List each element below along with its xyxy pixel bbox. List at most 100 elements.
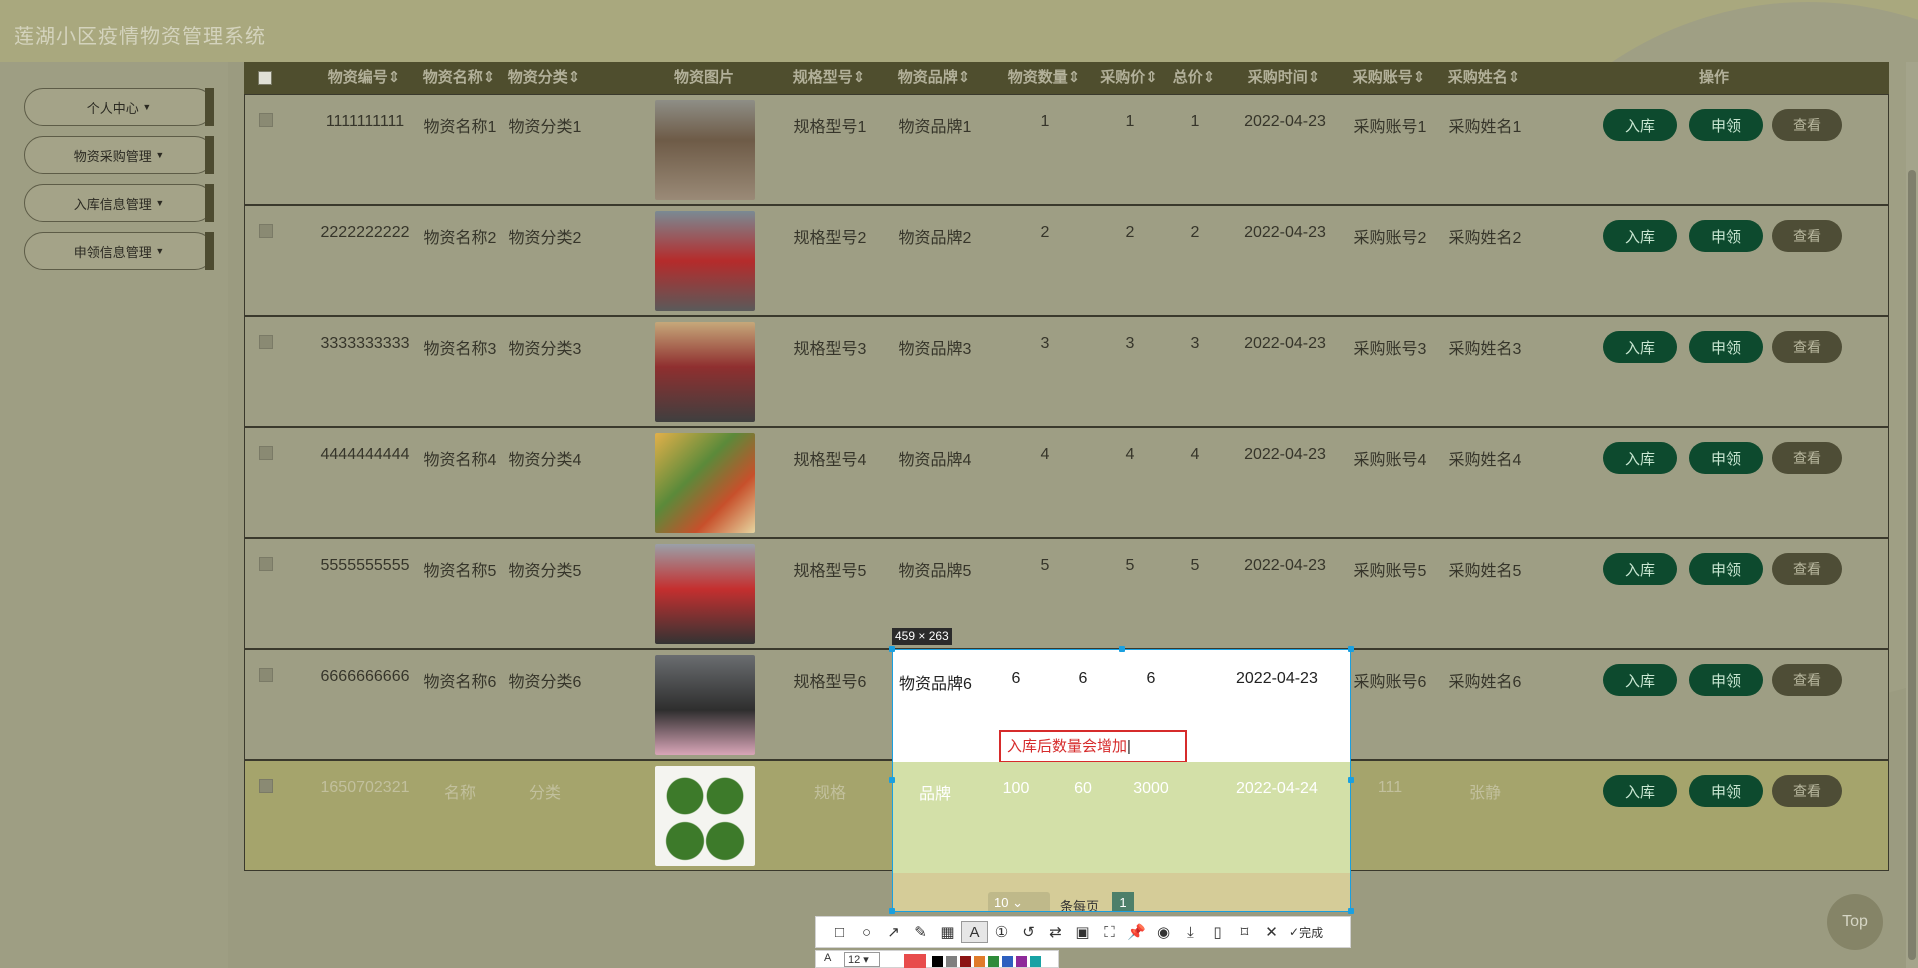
color-swatch[interactable]	[932, 956, 943, 967]
row-checkbox[interactable]	[259, 113, 273, 127]
phone-icon[interactable]: ▯	[1204, 921, 1231, 943]
translate-icon[interactable]: ⇄	[1042, 921, 1069, 943]
resize-handle[interactable]	[1348, 777, 1354, 783]
arrow-icon[interactable]: ↗	[880, 921, 907, 943]
header-price[interactable]: 采购价⇕	[1094, 62, 1164, 94]
row-checkbox[interactable]	[259, 668, 273, 682]
view-button[interactable]: 查看	[1772, 220, 1842, 252]
color-swatch[interactable]	[946, 956, 957, 967]
stock-in-button[interactable]: 入库	[1603, 664, 1677, 696]
header-total[interactable]: 总价⇕	[1164, 62, 1224, 94]
download-icon[interactable]: ⤓	[1177, 921, 1204, 943]
header-code[interactable]: 物资编号⇕	[314, 62, 414, 94]
view-button[interactable]: 查看	[1772, 109, 1842, 141]
header-brand[interactable]: 物资品牌⇕	[889, 62, 979, 94]
header-category[interactable]: 物资分类⇕	[504, 62, 584, 94]
view-button[interactable]: 查看	[1772, 331, 1842, 363]
rectangle-icon[interactable]: □	[826, 921, 853, 943]
material-image[interactable]	[655, 433, 755, 533]
color-swatch[interactable]	[904, 954, 926, 968]
sidebar-item-procurement[interactable]: 物资采购管理 ▼	[24, 136, 214, 174]
sidebar-item-stock-in[interactable]: 入库信息管理 ▼	[24, 184, 214, 222]
stock-in-button[interactable]: 入库	[1603, 220, 1677, 252]
sidebar: 个人中心 ▼ 物资采购管理 ▼ 入库信息管理 ▼ 申领信息管理 ▼	[0, 62, 228, 968]
view-button[interactable]: 查看	[1772, 664, 1842, 696]
material-image[interactable]	[655, 322, 755, 422]
header-buyer[interactable]: 采购姓名⇕	[1439, 62, 1529, 94]
text-icon[interactable]: A	[961, 921, 988, 943]
header-date[interactable]: 采购时间⇕	[1229, 62, 1339, 94]
stock-in-button[interactable]: 入库	[1603, 442, 1677, 474]
stock-in-button[interactable]: 入库	[1603, 109, 1677, 141]
view-button[interactable]: 查看	[1772, 442, 1842, 474]
pin-icon[interactable]: 📌	[1123, 921, 1150, 943]
menu-accent-bar	[205, 136, 214, 174]
color-swatch[interactable]	[974, 956, 985, 967]
view-button[interactable]: 查看	[1772, 553, 1842, 585]
mosaic-icon[interactable]: ▦	[934, 921, 961, 943]
back-to-top-button[interactable]: Top	[1827, 894, 1883, 950]
apply-button[interactable]: 申领	[1689, 220, 1763, 252]
stock-in-button[interactable]: 入库	[1603, 553, 1677, 585]
stock-in-button[interactable]: 入库	[1603, 775, 1677, 807]
sidebar-item-personal-center[interactable]: 个人中心 ▼	[24, 88, 214, 126]
row-checkbox[interactable]	[259, 446, 273, 460]
close-icon[interactable]: ✕	[1258, 921, 1285, 943]
annotation-textbox[interactable]: 入库后数量会增加|	[999, 730, 1187, 763]
color-swatch[interactable]	[988, 956, 999, 967]
sidebar-item-application[interactable]: 申领信息管理 ▼	[24, 232, 214, 270]
header-qty[interactable]: 物资数量⇕	[999, 62, 1089, 94]
color-swatch[interactable]	[1002, 956, 1013, 967]
view-button[interactable]: 查看	[1772, 775, 1842, 807]
current-page[interactable]: 1	[1112, 892, 1134, 911]
material-image[interactable]	[655, 211, 755, 311]
cell-account: 采购账号6	[1353, 674, 1427, 691]
material-image[interactable]	[655, 655, 755, 755]
circle-icon[interactable]: ○	[853, 921, 880, 943]
bookmark-icon[interactable]: ⌑	[1231, 921, 1258, 943]
resize-handle[interactable]	[889, 908, 895, 914]
font-size-select[interactable]: 12 ▾	[844, 952, 880, 967]
resize-handle[interactable]	[889, 646, 895, 652]
pencil-icon[interactable]: ✎	[907, 921, 934, 943]
undo-icon[interactable]: ↺	[1015, 921, 1042, 943]
resize-handle[interactable]	[1348, 646, 1354, 652]
material-image[interactable]	[655, 100, 755, 200]
header-spec[interactable]: 规格型号⇕	[784, 62, 874, 94]
row-checkbox[interactable]	[259, 779, 273, 793]
color-swatch[interactable]	[960, 956, 971, 967]
color-swatch[interactable]	[1030, 956, 1041, 967]
color-swatch[interactable]	[1016, 956, 1027, 967]
resize-handle[interactable]	[1348, 908, 1354, 914]
row-checkbox[interactable]	[259, 224, 273, 238]
ocr-icon[interactable]: ▣	[1069, 921, 1096, 943]
table-row[interactable]: 3333333333 物资名称3 物资分类3 规格型号3 物资品牌3 3 3 3 2022-04…	[244, 316, 1889, 427]
table-row[interactable]: 5555555555 物资名称5 物资分类5 规格型号5 物资品牌5 5 5 5 2022-04…	[244, 538, 1889, 649]
number-icon[interactable]: ①	[988, 921, 1015, 943]
record-icon[interactable]: ◉	[1150, 921, 1177, 943]
table-row[interactable]: 1111111111 物资名称1 物资分类1 规格型号1 物资品牌1 1 1 1 2022-04…	[244, 94, 1889, 205]
table-row[interactable]: 4444444444 物资名称4 物资分类4 规格型号4 物资品牌4 4 4 4 2022-04…	[244, 427, 1889, 538]
screenshot-selection[interactable]: 物资品牌6 6 6 6 2022-04-23 入库后数量会增加| 品牌 100 …	[892, 649, 1351, 912]
scrollbar-thumb[interactable]	[1908, 170, 1916, 960]
row-checkbox[interactable]	[259, 335, 273, 349]
select-all-checkbox[interactable]	[258, 71, 272, 85]
resize-handle[interactable]	[1119, 646, 1125, 652]
apply-button[interactable]: 申领	[1689, 664, 1763, 696]
apply-button[interactable]: 申领	[1689, 553, 1763, 585]
header-name[interactable]: 物资名称⇕	[419, 62, 499, 94]
apply-button[interactable]: 申领	[1689, 331, 1763, 363]
page-size-select[interactable]: 10 ⌄	[988, 892, 1050, 911]
apply-button[interactable]: 申领	[1689, 109, 1763, 141]
material-image[interactable]	[655, 766, 755, 866]
material-image[interactable]	[655, 544, 755, 644]
row-checkbox[interactable]	[259, 557, 273, 571]
table-row[interactable]: 2222222222 物资名称2 物资分类2 规格型号2 物资品牌2 2 2 2 2022-04…	[244, 205, 1889, 316]
header-account[interactable]: 采购账号⇕	[1344, 62, 1434, 94]
done-button[interactable]: ✓ 完成	[1289, 924, 1323, 941]
apply-button[interactable]: 申领	[1689, 775, 1763, 807]
apply-button[interactable]: 申领	[1689, 442, 1763, 474]
resize-handle[interactable]	[889, 777, 895, 783]
stock-in-button[interactable]: 入库	[1603, 331, 1677, 363]
scan-icon[interactable]: ⛶	[1096, 921, 1123, 943]
